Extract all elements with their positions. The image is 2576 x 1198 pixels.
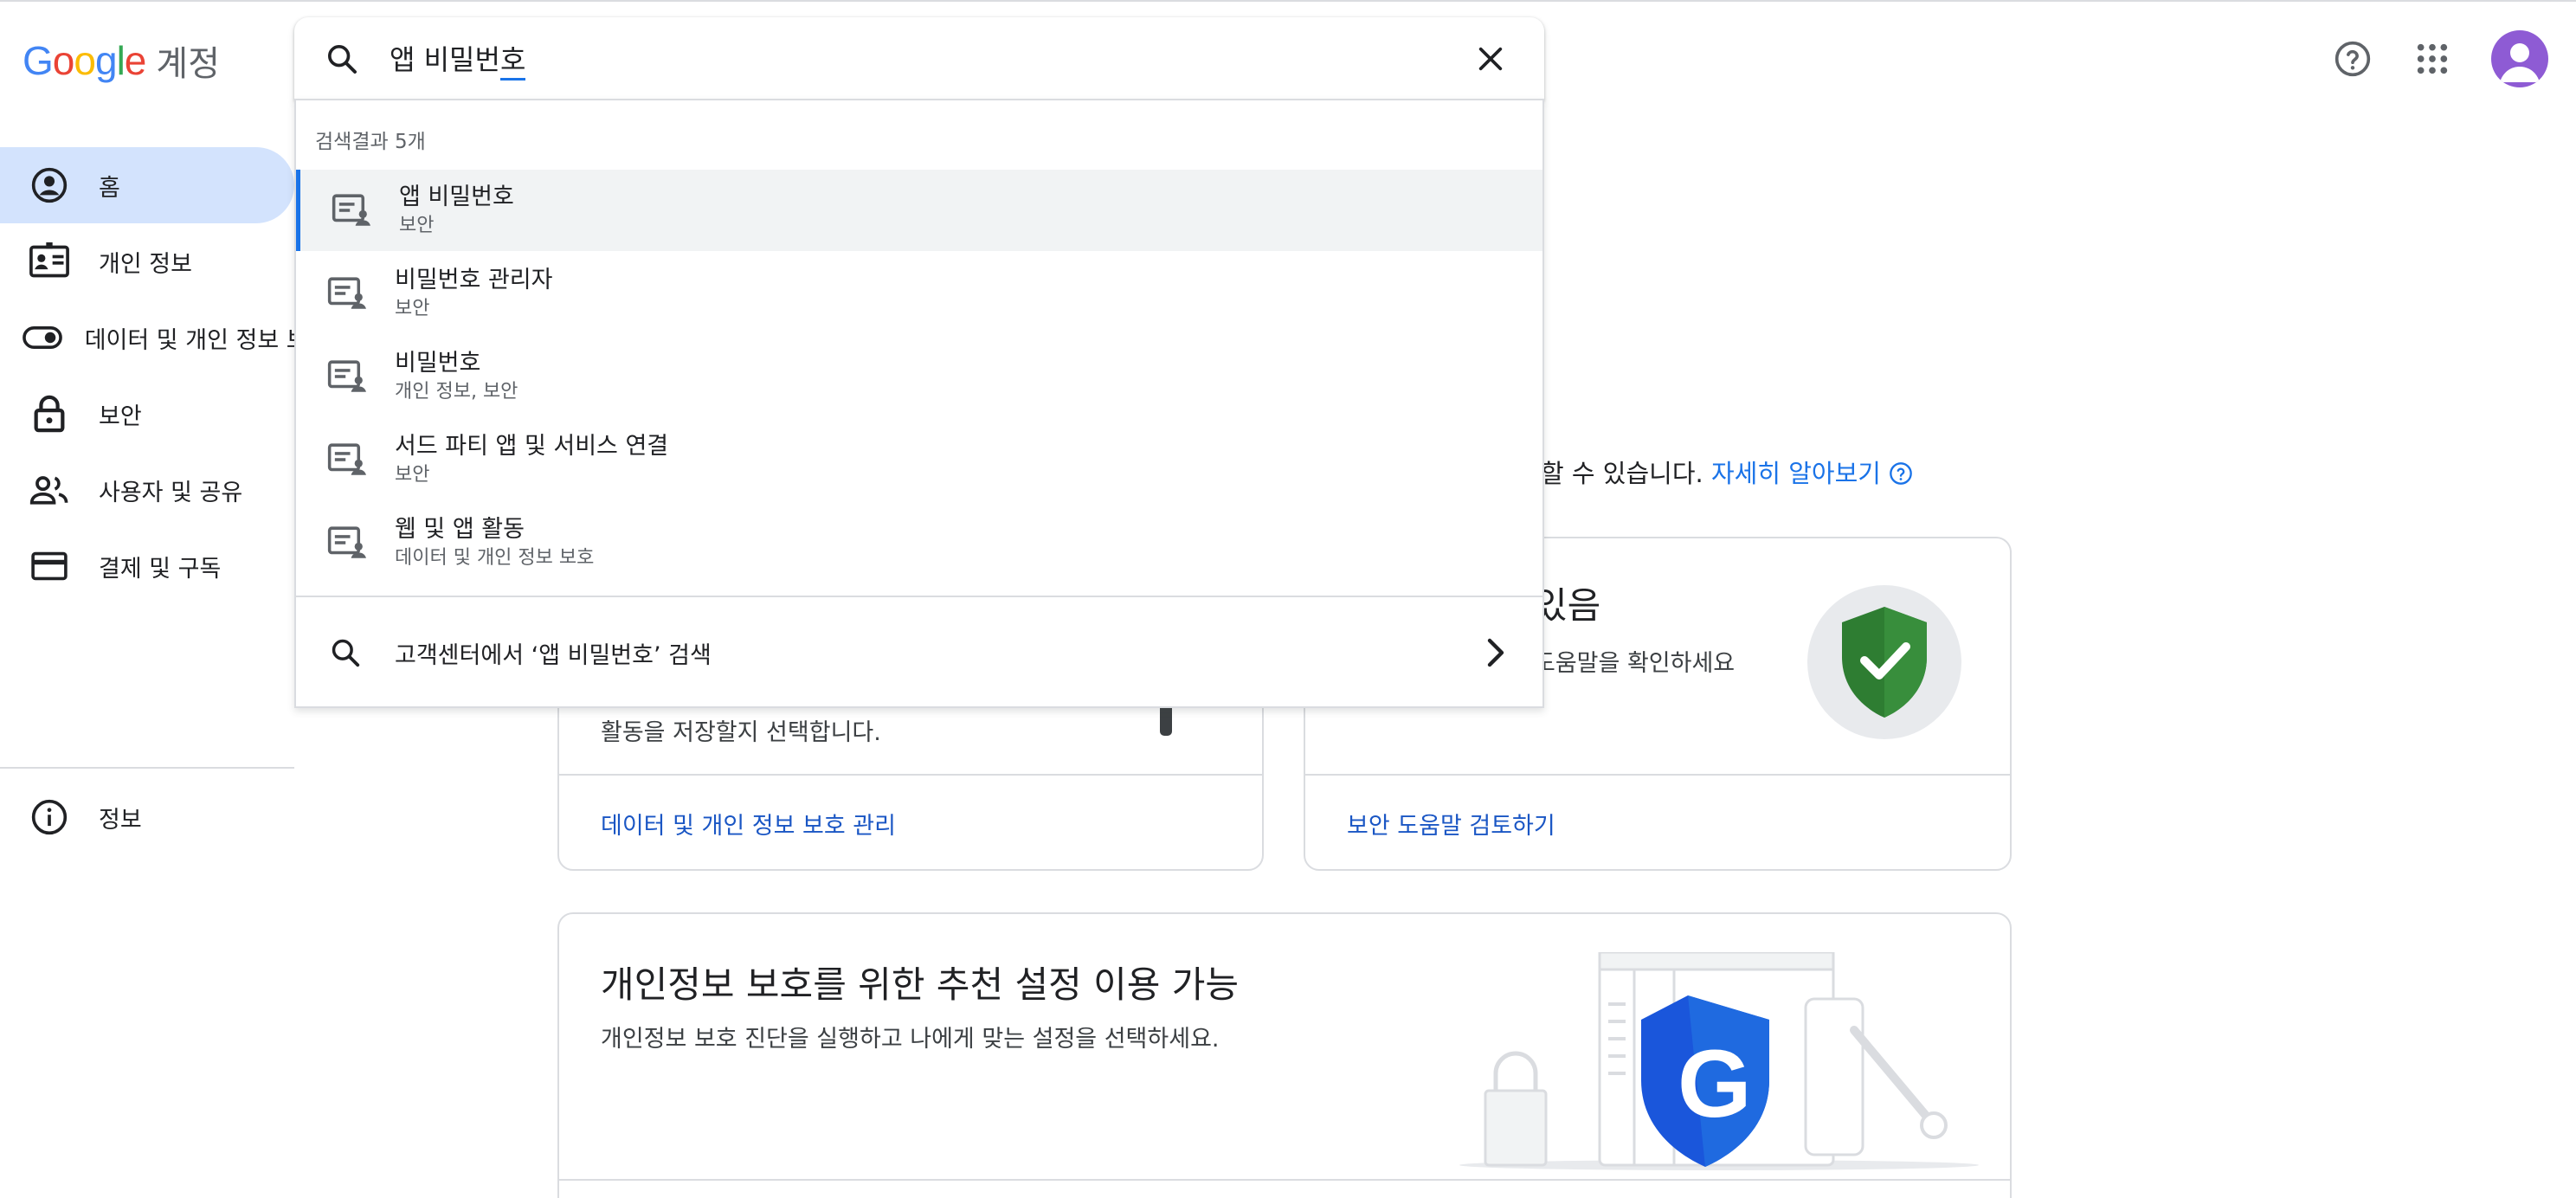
shield-check-icon: [1842, 607, 1927, 718]
svg-text:G: G: [1678, 1031, 1752, 1137]
privacy-checkup-desc: 개인정보 보호 진단을 실행하고 나에게 맞는 설정을 선택하세요.: [601, 1026, 1220, 1053]
privacy-checkup-illustration: G: [1442, 950, 1979, 1198]
search-result-item[interactable]: 비밀번호 관리자보안: [296, 253, 1542, 334]
search-result-text: 비밀번호 관리자보안: [395, 265, 552, 322]
sidebar-item-about[interactable]: 정보: [0, 779, 294, 855]
help-button[interactable]: [2320, 26, 2386, 92]
info-icon: [0, 798, 99, 836]
search-input-composing: 호: [499, 38, 526, 81]
clear-search-button[interactable]: [1449, 17, 1532, 100]
privacy-card-desc: 활동을 저장할지 선택합니다.: [601, 719, 881, 746]
close-icon: [1478, 47, 1503, 71]
search-result-category: 보안: [395, 464, 430, 486]
sidebar-divider: [0, 767, 294, 769]
security-shield-illustration: [1807, 585, 1961, 739]
sidebar-item-label: 보안: [99, 403, 142, 430]
lock-icon: [0, 394, 99, 434]
apps-grid-icon: [2417, 43, 2448, 74]
top-border: [0, 0, 2576, 3]
intro-text-tail: 할 수 있습니다.: [1541, 459, 1703, 488]
settings-page-icon: [296, 276, 395, 311]
settings-page-icon: [300, 193, 399, 228]
toggle-icon: [0, 325, 85, 351]
apps-button[interactable]: [2399, 26, 2465, 92]
search-result-category: 개인 정보, 보안: [395, 381, 518, 403]
card-divider: [1305, 774, 2010, 776]
user-avatar-icon: [2500, 43, 2540, 82]
search-result-title: 비밀번호: [395, 350, 481, 377]
search-result-text: 서드 파티 앱 및 서비스 연결보안: [395, 431, 668, 488]
sidebar-item-security[interactable]: 보안: [0, 376, 294, 452]
dropdown-divider: [296, 596, 1542, 597]
avatar[interactable]: [2491, 30, 2548, 87]
search-results-dropdown: 검색결과 5개 앱 비밀번호 보안 비밀번호 관리자 보안 비밀번호 개인 정보, 보안 서…: [294, 99, 1544, 708]
search-input[interactable]: 앱 비밀번호: [390, 38, 1449, 81]
search-result-category: 보안: [395, 298, 430, 319]
help-center-search[interactable]: 고객센터에서 ‘앱 비밀번호’ 검색: [296, 599, 1542, 706]
id-card-icon: [0, 242, 99, 280]
sidebar-item-people-sharing[interactable]: 사용자 및 공유: [0, 452, 294, 528]
search-result-title: 비밀번호 관리자: [395, 267, 553, 293]
search-result-title: 앱 비밀번호: [399, 184, 514, 210]
search-input-value: 앱 비밀번: [390, 42, 500, 76]
settings-page-icon: [296, 525, 395, 560]
search-icon[interactable]: [294, 42, 390, 76]
search-result-title: 웹 및 앱 활동: [395, 516, 525, 543]
google-logo: Google: [23, 38, 146, 83]
search-result-category: 데이터 및 개인 정보 보호: [395, 547, 595, 569]
sidebar-item-data-privacy[interactable]: 데이터 및 개인 정보 보호: [0, 300, 294, 376]
credit-card-icon: [0, 551, 99, 582]
search-icon: [296, 636, 395, 669]
sidebar-item-label: 사용자 및 공유: [99, 479, 243, 506]
sidebar-item-label: 정보: [99, 806, 142, 834]
search-result-text: 앱 비밀번호보안: [399, 182, 514, 239]
sidebar-item-label: 홈: [99, 174, 120, 202]
app-title: 계정: [156, 44, 220, 84]
card-divider: [559, 774, 1262, 776]
search-result-text: 비밀번호개인 정보, 보안: [395, 348, 518, 405]
sidebar: 홈 개인 정보 데이터 및 개인 정보 보호 보안 사용자 및 공유 결제 및 …: [0, 147, 294, 835]
manage-privacy-link[interactable]: 데이터 및 개인 정보 보호 관리: [601, 807, 896, 841]
help-icon: [2334, 41, 2371, 77]
sidebar-item-label: 결제 및 구독: [99, 555, 222, 583]
account-circle-icon: [0, 166, 99, 204]
security-card-desc: 도움말을 확인하세요: [1534, 650, 1736, 677]
help-small-icon: [1890, 462, 1913, 485]
sidebar-item-label: 데이터 및 개인 정보 보호: [84, 326, 294, 354]
card-divider: [559, 1179, 2010, 1181]
search-result-item[interactable]: 웹 및 앱 활동데이터 및 개인 정보 보호: [296, 502, 1542, 583]
search-result-item[interactable]: 비밀번호개인 정보, 보안: [296, 336, 1542, 417]
search-result-text: 웹 및 앱 활동데이터 및 개인 정보 보호: [395, 514, 594, 571]
settings-page-icon: [296, 442, 395, 477]
people-icon: [0, 473, 99, 507]
results-count: 검색결과 5개: [315, 131, 426, 153]
header-actions: [2320, 26, 2576, 92]
search-result-title: 서드 파티 앱 및 서비스 연결: [395, 433, 669, 460]
sidebar-item-home[interactable]: 홈: [0, 147, 294, 223]
intro-text: 할 수 있습니다. 자세히 알아보기: [1541, 454, 1913, 490]
review-security-link[interactable]: 보안 도움말 검토하기: [1347, 807, 1555, 841]
help-center-search-label: 고객센터에서 ‘앱 비밀번호’ 검색: [395, 641, 712, 669]
learn-more-link[interactable]: 자세히 알아보기: [1711, 459, 1913, 488]
search-bar: 앱 비밀번호: [294, 17, 1544, 100]
settings-page-icon: [296, 359, 395, 394]
search-result-item[interactable]: 앱 비밀번호보안: [296, 170, 1542, 251]
chevron-right-icon: [1456, 637, 1534, 668]
sidebar-item-label: 개인 정보: [99, 250, 192, 278]
privacy-checkup-title: 개인정보 보호를 위한 추천 설정 이용 가능: [601, 963, 1239, 1006]
privacy-checkup-card: 개인정보 보호를 위한 추천 설정 이용 가능 개인정보 보호 진단을 실행하고…: [557, 912, 2012, 1198]
google-account-logo[interactable]: Google 계정: [23, 35, 220, 87]
search-result-category: 보안: [399, 215, 435, 236]
sidebar-item-personal-info[interactable]: 개인 정보: [0, 223, 294, 300]
search-result-item[interactable]: 서드 파티 앱 및 서비스 연결보안: [296, 419, 1542, 500]
sidebar-item-payments[interactable]: 결제 및 구독: [0, 528, 294, 604]
